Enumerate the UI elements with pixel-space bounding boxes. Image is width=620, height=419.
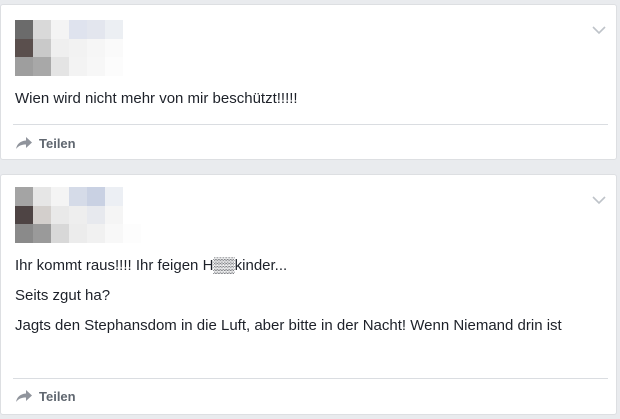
divider — [13, 378, 608, 379]
post-card: Wien wird nicht mehr von mir beschützt!!… — [0, 4, 617, 160]
post-line: Wien wird nicht mehr von mir beschützt!!… — [15, 90, 298, 107]
post-text: Wien wird nicht mehr von mir beschützt!!… — [15, 88, 602, 110]
share-arrow-icon — [16, 390, 32, 402]
post-text: Ihr kommt raus!!!! Ihr feigen H▒▒kinder.… — [15, 255, 602, 337]
post-line: Seits zgut ha? — [15, 287, 111, 304]
divider — [13, 124, 608, 125]
feed: Wien wird nicht mehr von mir beschützt!!… — [0, 0, 620, 419]
avatar[interactable] — [15, 20, 141, 76]
post-card: Ihr kommt raus!!!! Ihr feigen H▒▒kinder.… — [0, 174, 617, 415]
share-button[interactable]: Teilen — [15, 386, 76, 406]
post-line: Jagts den Stephansdom in die Luft, aber … — [15, 317, 562, 334]
chevron-down-icon[interactable] — [590, 23, 608, 37]
share-arrow-icon — [16, 137, 32, 149]
share-label: Teilen — [39, 135, 76, 151]
share-button[interactable]: Teilen — [15, 133, 76, 153]
avatar[interactable] — [15, 187, 141, 243]
share-label: Teilen — [39, 388, 76, 404]
chevron-down-icon[interactable] — [590, 193, 608, 207]
post-line: Ihr kommt raus!!!! Ihr feigen H▒▒kinder.… — [15, 257, 288, 274]
